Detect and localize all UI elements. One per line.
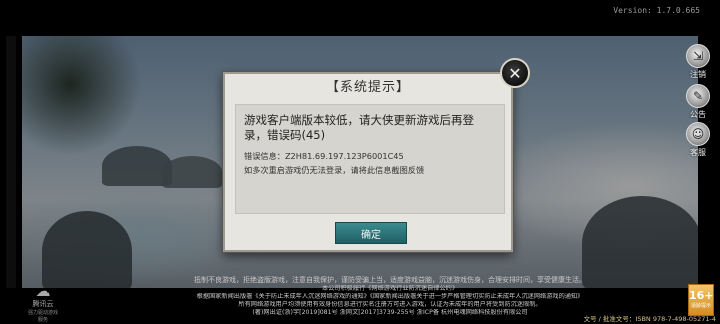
system-alert-dialog: 【系统提示】 游戏客户端版本较低，请大侠更新游戏后再登录，错误码(45) 错误信… bbox=[223, 72, 513, 252]
cloud-logo-subtitle: 强力驱动游戏服务 bbox=[27, 310, 58, 323]
cloud-logo: ☁ 腾讯云 强力驱动游戏服务 bbox=[26, 283, 60, 323]
dialog-message: 游戏客户端版本较低，请大侠更新游戏后再登录，错误码(45) bbox=[244, 113, 474, 142]
logout-button[interactable]: ⇲ 注销 bbox=[684, 44, 712, 80]
dialog-content: 游戏客户端版本较低，请大侠更新游戏后再登录，错误码(45) 错误信息：Z2H81… bbox=[235, 104, 505, 214]
cloud-icon: ☁ bbox=[35, 282, 51, 300]
left-edge bbox=[6, 36, 16, 288]
logout-label: 注销 bbox=[690, 70, 706, 79]
announcement-button[interactable]: ✎ 公告 bbox=[684, 84, 712, 120]
confirm-button[interactable]: 确定 bbox=[335, 222, 407, 244]
version-label: Version: 1.7.0.665 bbox=[613, 6, 700, 15]
license-number: 文号 / 批准文号：ISBN 978-7-498-05271-4 bbox=[583, 315, 716, 323]
logout-icon: ⇲ bbox=[686, 44, 710, 68]
age-rating-caption: 适龄提示 bbox=[690, 303, 711, 309]
dialog-title: 【系统提示】 bbox=[325, 80, 410, 95]
customer-service-label: 客服 bbox=[690, 148, 706, 157]
cloud-logo-title: 腾讯云 bbox=[32, 300, 54, 308]
customer-service-button[interactable]: ☺ 客服 bbox=[684, 122, 712, 158]
age-rating-value: 16+ bbox=[689, 289, 714, 302]
customer-service-icon: ☺ bbox=[686, 122, 710, 146]
anti-addiction-pledge: 本公司积极履行《网络游戏行业防沉迷自律公约》 bbox=[321, 285, 459, 292]
realname-notice: 所有网络游戏用户均须使用有效身份信息进行实名注册方可进入游戏，认证为未成年的用户… bbox=[238, 301, 542, 308]
regulation-notice: 根据国家新闻出版署《关于防止未成年人沉迷网络游戏的通知》《国家新闻出版署关于进一… bbox=[196, 293, 584, 300]
error-info: 错误信息：Z2H81.69.197.123P6001C45 bbox=[244, 151, 404, 161]
announcement-icon: ✎ bbox=[686, 84, 710, 108]
publisher-info: (著)网出证(浙)字[2019]081号 浙网文[2017]3739-255号 … bbox=[252, 309, 528, 316]
health-notice: 抵制不良游戏，拒绝盗版游戏，注意自我保护，谨防受骗上当，适度游戏益脑，沉迷游戏伤… bbox=[194, 276, 586, 284]
error-hint: 如多次重启游戏仍无法登录，请将此信息截图反馈 bbox=[244, 165, 425, 175]
announcement-label: 公告 bbox=[690, 110, 706, 119]
age-rating-badge[interactable]: 16+ 适龄提示 bbox=[688, 284, 714, 316]
close-icon[interactable]: ✕ bbox=[500, 58, 530, 88]
